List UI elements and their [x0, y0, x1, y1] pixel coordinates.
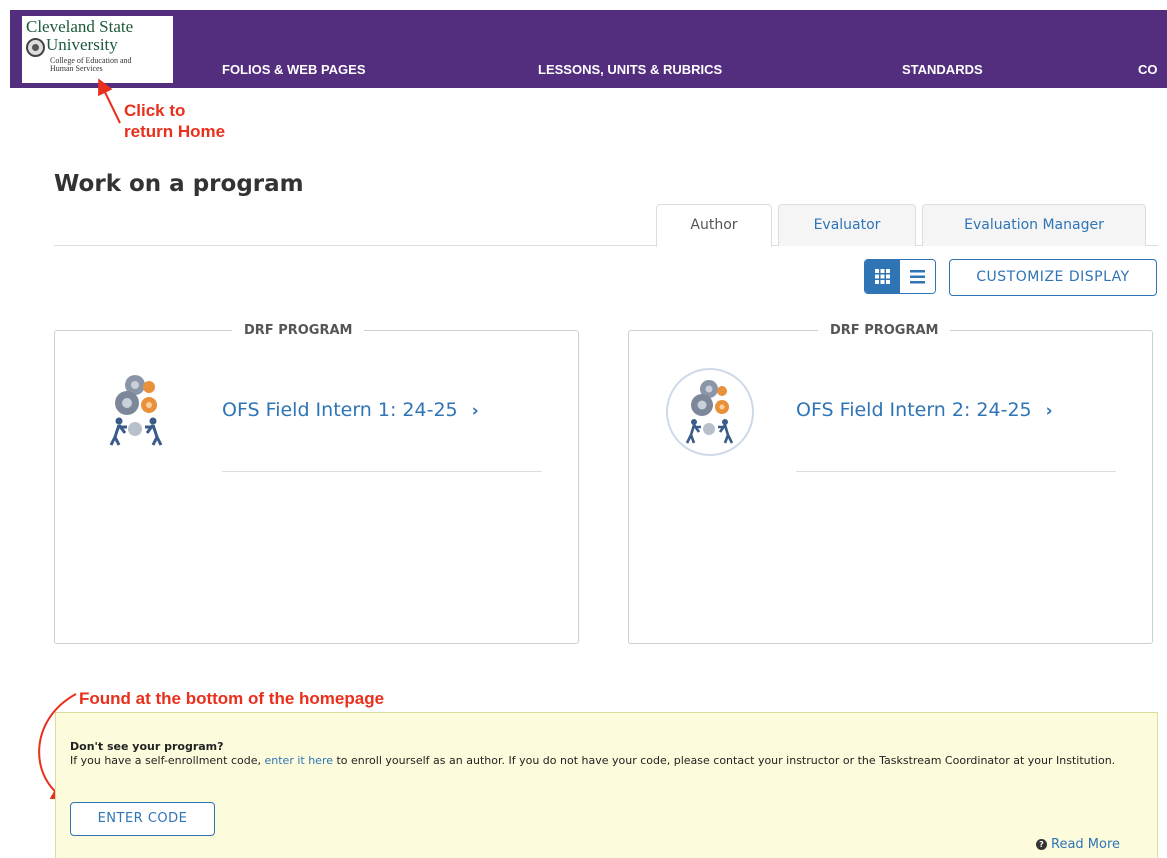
read-more-link[interactable]: ? Read More [1036, 837, 1120, 852]
view-toggle [864, 259, 936, 294]
nav-co-truncated[interactable]: CO [1138, 62, 1158, 77]
nav-lessons-units-rubrics[interactable]: LESSONS, UNITS & RUBRICS [538, 62, 722, 77]
bottom-annotation: Found at the bottom of the homepage [79, 689, 385, 708]
logo-line-1: Cleveland State [26, 17, 134, 36]
home-annotation-line-1: Click to [124, 101, 186, 120]
program-name: OFS Field Intern 2: 24-25 [796, 399, 1032, 421]
program-name: OFS Field Intern 1: 24-25 [222, 399, 458, 421]
university-logo[interactable]: Cleveland State University College of Ed… [22, 16, 173, 83]
info-text: If you have a self-enrollment code, ente… [70, 754, 1150, 767]
gears-people-icon [666, 368, 754, 456]
home-annotation: Click to return Home [124, 100, 225, 142]
list-view-button[interactable] [900, 260, 935, 293]
chevron-right-icon: › [471, 401, 479, 421]
logo-line-2: University [46, 35, 118, 54]
logo-line-4: Human Services [50, 64, 103, 73]
read-more-label: Read More [1051, 837, 1121, 852]
tab-evaluation-manager[interactable]: Evaluation Manager [922, 204, 1146, 246]
enter-code-button[interactable]: ENTER CODE [70, 802, 215, 836]
home-annotation-arrow [98, 78, 121, 124]
customize-display-button[interactable]: CUSTOMIZE DISPLAY [949, 259, 1157, 296]
nav-folios-web-pages[interactable]: FOLIOS & WEB PAGES [222, 62, 366, 77]
program-link[interactable]: OFS Field Intern 1: 24-25 › [222, 399, 479, 421]
nav-standards[interactable]: STANDARDS [902, 62, 983, 77]
chevron-right-icon: › [1045, 401, 1053, 421]
card-divider [222, 471, 542, 472]
gears-people-icon [109, 375, 163, 446]
info-title: Don't see your program? [70, 740, 224, 753]
info-text-before: If you have a self-enrollment code, [70, 754, 265, 767]
help-icon: ? [1036, 839, 1047, 850]
self-enrollment-info-box: Don't see your program? If you have a se… [55, 712, 1158, 858]
card-divider [796, 471, 1116, 472]
tab-author[interactable]: Author [656, 204, 772, 247]
program-type-label: DRF PROGRAM [232, 323, 365, 338]
top-nav-bar: Cleveland State University College of Ed… [10, 10, 1167, 88]
program-type-label: DRF PROGRAM [818, 323, 951, 338]
tab-evaluator[interactable]: Evaluator [778, 204, 916, 246]
program-card: DRF PROGRAM OFS Field Intern 1: 24-25 › [54, 323, 579, 644]
page-title: Work on a program [54, 171, 304, 197]
university-seal-icon [26, 38, 45, 57]
program-card: DRF PROGRAM OFS Field Intern 2: 24-25 › [628, 323, 1153, 644]
grid-icon [875, 269, 890, 284]
info-text-after: to enroll yourself as an author. If you … [333, 754, 1116, 767]
list-icon [910, 270, 925, 284]
program-link[interactable]: OFS Field Intern 2: 24-25 › [796, 399, 1053, 421]
home-annotation-line-2: return Home [124, 122, 226, 141]
grid-view-button[interactable] [865, 260, 900, 293]
enter-it-here-link[interactable]: enter it here [265, 754, 334, 767]
